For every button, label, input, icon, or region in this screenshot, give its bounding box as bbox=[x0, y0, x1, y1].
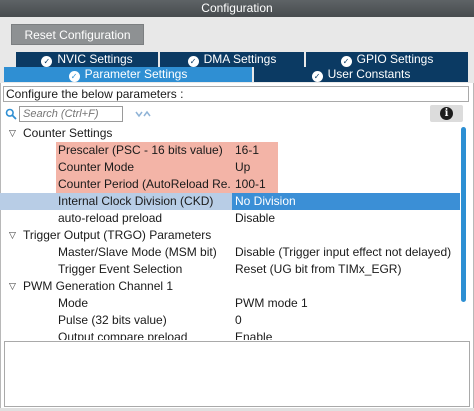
tab-label: Parameter Settings bbox=[84, 67, 188, 81]
parameter-row[interactable]: Counter Mode Up bbox=[0, 159, 460, 176]
parameter-name: auto-reload preload bbox=[58, 211, 163, 225]
tab-dma-settings[interactable]: ✓ DMA Settings bbox=[160, 52, 304, 67]
parameter-value[interactable]: Up bbox=[235, 159, 250, 176]
parameter-value[interactable]: No Division bbox=[235, 193, 296, 210]
check-circle-icon: ✓ bbox=[187, 56, 199, 67]
parameter-value[interactable]: PWM mode 1 bbox=[235, 295, 308, 312]
configure-parameters-label: Configure the below parameters : bbox=[3, 86, 469, 102]
check-circle-icon: ✓ bbox=[41, 56, 53, 67]
parameter-name: Counter Period (AutoReload Re... bbox=[58, 177, 230, 191]
info-button[interactable]: i bbox=[430, 105, 463, 122]
tab-label: DMA Settings bbox=[203, 52, 277, 66]
tab-nvic-settings[interactable]: ✓ NVIC Settings bbox=[16, 52, 158, 67]
group-label: Counter Settings bbox=[23, 126, 113, 140]
tab-label: User Constants bbox=[327, 67, 411, 81]
parameter-row[interactable]: Master/Slave Mode (MSM bit) Disable (Tri… bbox=[0, 244, 460, 261]
window-title: Configuration bbox=[0, 0, 474, 17]
group-pwm-generation-channel-1[interactable]: ▽ PWM Generation Channel 1 bbox=[0, 278, 460, 295]
info-icon: i bbox=[440, 107, 453, 120]
parameter-row[interactable]: Mode PWM mode 1 bbox=[0, 295, 460, 312]
vertical-scrollbar[interactable] bbox=[461, 125, 467, 340]
parameter-value[interactable]: Disable bbox=[235, 210, 275, 227]
check-circle-icon: ✓ bbox=[340, 56, 352, 67]
parameter-value[interactable]: Disable (Trigger input effect not delaye… bbox=[235, 244, 451, 261]
group-counter-settings[interactable]: ▽ Counter Settings bbox=[0, 125, 460, 142]
parameter-name: Output compare preload bbox=[58, 330, 188, 340]
scrollbar-thumb[interactable] bbox=[461, 127, 466, 302]
parameter-name: Prescaler (PSC - 16 bits value) bbox=[58, 143, 223, 157]
tab-label: NVIC Settings bbox=[57, 52, 133, 66]
parameter-row[interactable]: Pulse (32 bits value) 0 bbox=[0, 312, 460, 329]
parameter-value[interactable]: 100-1 bbox=[235, 176, 266, 193]
description-panel bbox=[4, 341, 470, 407]
parameter-name: Pulse (32 bits value) bbox=[58, 313, 167, 327]
parameter-row[interactable]: Output compare preload Enable bbox=[0, 329, 460, 340]
parameter-value[interactable]: 0 bbox=[235, 312, 242, 329]
tab-parameter-settings[interactable]: ✓ Parameter Settings bbox=[4, 67, 252, 82]
parameter-name: Master/Slave Mode (MSM bit) bbox=[58, 245, 217, 259]
tab-gpio-settings[interactable]: ✓ GPIO Settings bbox=[306, 52, 468, 67]
parameter-value[interactable]: Enable bbox=[235, 329, 272, 340]
parameter-value[interactable]: 16-1 bbox=[235, 142, 259, 159]
parameter-row[interactable]: auto-reload preload Disable bbox=[0, 210, 460, 227]
tab-user-constants[interactable]: ✓ User Constants bbox=[254, 67, 468, 82]
parameter-tree: ▽ Counter Settings Prescaler (PSC - 16 b… bbox=[0, 125, 460, 340]
chevron-down-icon[interactable]: ▽ bbox=[9, 125, 19, 142]
check-circle-icon: ✓ bbox=[68, 71, 80, 82]
parameter-value[interactable]: Reset (UG bit from TIMx_EGR) bbox=[235, 261, 401, 278]
parameter-row[interactable]: Trigger Event Selection Reset (UG bit fr… bbox=[0, 261, 460, 278]
group-trigger-output[interactable]: ▽ Trigger Output (TRGO) Parameters bbox=[0, 227, 460, 244]
parameter-name: Counter Mode bbox=[58, 160, 135, 174]
next-result-icon[interactable] bbox=[143, 110, 151, 117]
parameter-row[interactable]: Prescaler (PSC - 16 bits value) 16-1 bbox=[0, 142, 460, 159]
chevron-down-icon[interactable]: ▽ bbox=[9, 227, 19, 244]
search-icon[interactable] bbox=[5, 108, 17, 120]
group-label: PWM Generation Channel 1 bbox=[23, 279, 174, 293]
reset-configuration-button[interactable]: Reset Configuration bbox=[11, 24, 144, 45]
group-label: Trigger Output (TRGO) Parameters bbox=[23, 228, 212, 242]
parameter-name: Internal Clock Division (CKD) bbox=[58, 194, 214, 208]
previous-result-icon[interactable] bbox=[135, 111, 143, 118]
chevron-down-icon[interactable]: ▽ bbox=[9, 278, 19, 295]
parameter-name: Trigger Event Selection bbox=[58, 262, 183, 276]
parameter-row-selected[interactable]: Internal Clock Division (CKD) No Divisio… bbox=[0, 193, 460, 210]
search-input[interactable] bbox=[19, 106, 123, 122]
check-circle-icon: ✓ bbox=[311, 71, 323, 82]
tab-label: GPIO Settings bbox=[356, 52, 434, 66]
parameter-name: Mode bbox=[58, 296, 89, 310]
parameter-row[interactable]: Counter Period (AutoReload Re... 100-1 bbox=[0, 176, 460, 193]
search-navigation bbox=[135, 110, 151, 118]
